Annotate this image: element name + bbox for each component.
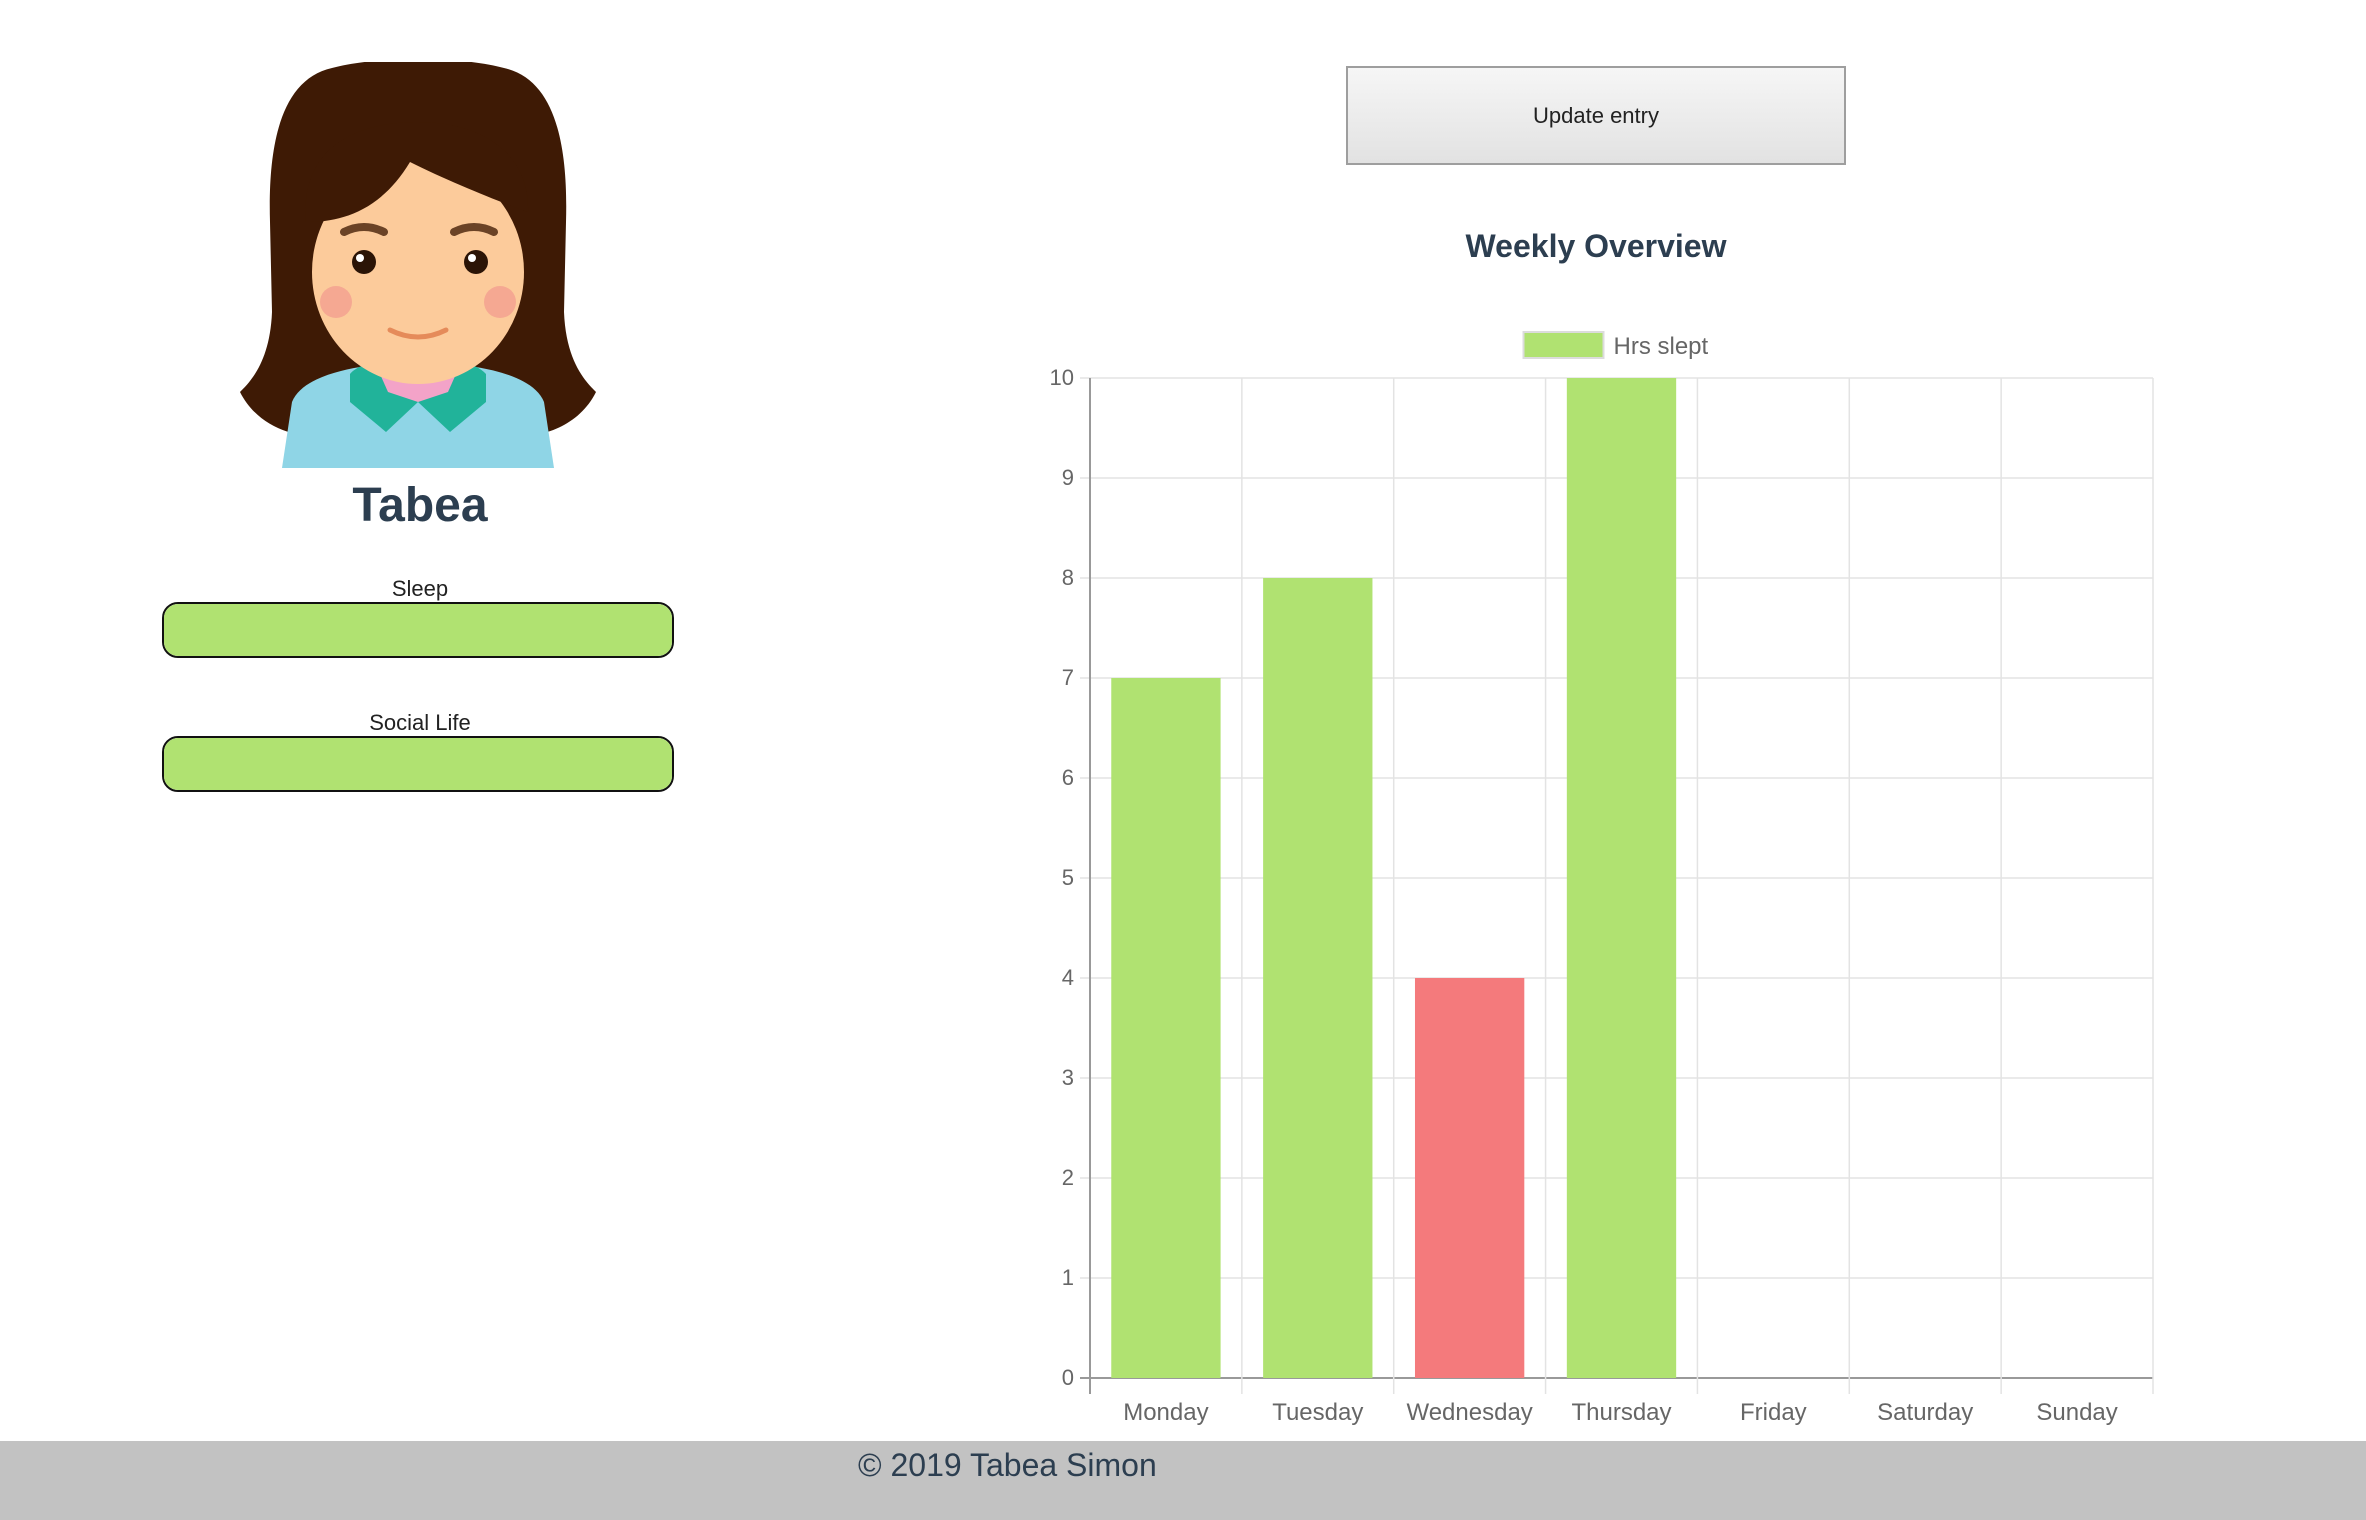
x-tick-label: Wednesday [1406, 1399, 1532, 1426]
sleep-progress-bar [162, 602, 674, 658]
social-life-label: Social Life [369, 710, 471, 735]
chart-title: Weekly Overview [1465, 228, 1727, 264]
weekly-bar-chart: 0 1 2 3 4 5 6 7 8 9 10 Monday Tuesday Wednesday Thursd… [1050, 331, 2154, 1426]
x-tick-label: Sunday [2036, 1399, 2117, 1426]
y-tick-label: 5 [1062, 865, 1074, 890]
y-tick-label: 4 [1062, 965, 1074, 990]
social-life-progress-fill [164, 738, 672, 790]
x-tick-label: Tuesday [1272, 1399, 1363, 1426]
y-tick-label: 7 [1062, 665, 1074, 690]
bar-tuesday [1263, 578, 1373, 1378]
profile-name: Tabea [352, 479, 488, 532]
x-tick-label: Saturday [1877, 1399, 1973, 1426]
y-tick-label: 10 [1050, 365, 1074, 390]
y-tick-label: 2 [1062, 1165, 1074, 1190]
bar-thursday [1566, 378, 1677, 1378]
y-tick-label: 9 [1062, 465, 1074, 490]
y-tick-label: 6 [1062, 765, 1074, 790]
x-tick-label: Thursday [1571, 1399, 1671, 1426]
legend-label: Hrs slept [1614, 333, 1709, 360]
footer-copyright: © 2019 Tabea Simon [858, 1447, 1157, 1483]
social-life-progress-bar [162, 736, 674, 792]
y-tick-label: 1 [1062, 1265, 1074, 1290]
x-tick-label: Friday [1740, 1399, 1807, 1426]
sleep-label: Sleep [391, 576, 449, 601]
x-tick-label: Monday [1123, 1399, 1208, 1426]
y-tick-label: 3 [1062, 1065, 1074, 1090]
legend-swatch [1522, 331, 1605, 359]
update-entry-button[interactable]: Update entry [1346, 66, 1846, 165]
bar-monday [1111, 678, 1221, 1378]
footer: © 2019 Tabea Simon [0, 1441, 2366, 1520]
girl-avatar-icon [240, 62, 596, 468]
y-tick-label: 0 [1062, 1365, 1074, 1390]
y-tick-label: 8 [1062, 565, 1074, 590]
sleep-progress-fill [164, 604, 672, 656]
bar-wednesday [1414, 978, 1525, 1378]
